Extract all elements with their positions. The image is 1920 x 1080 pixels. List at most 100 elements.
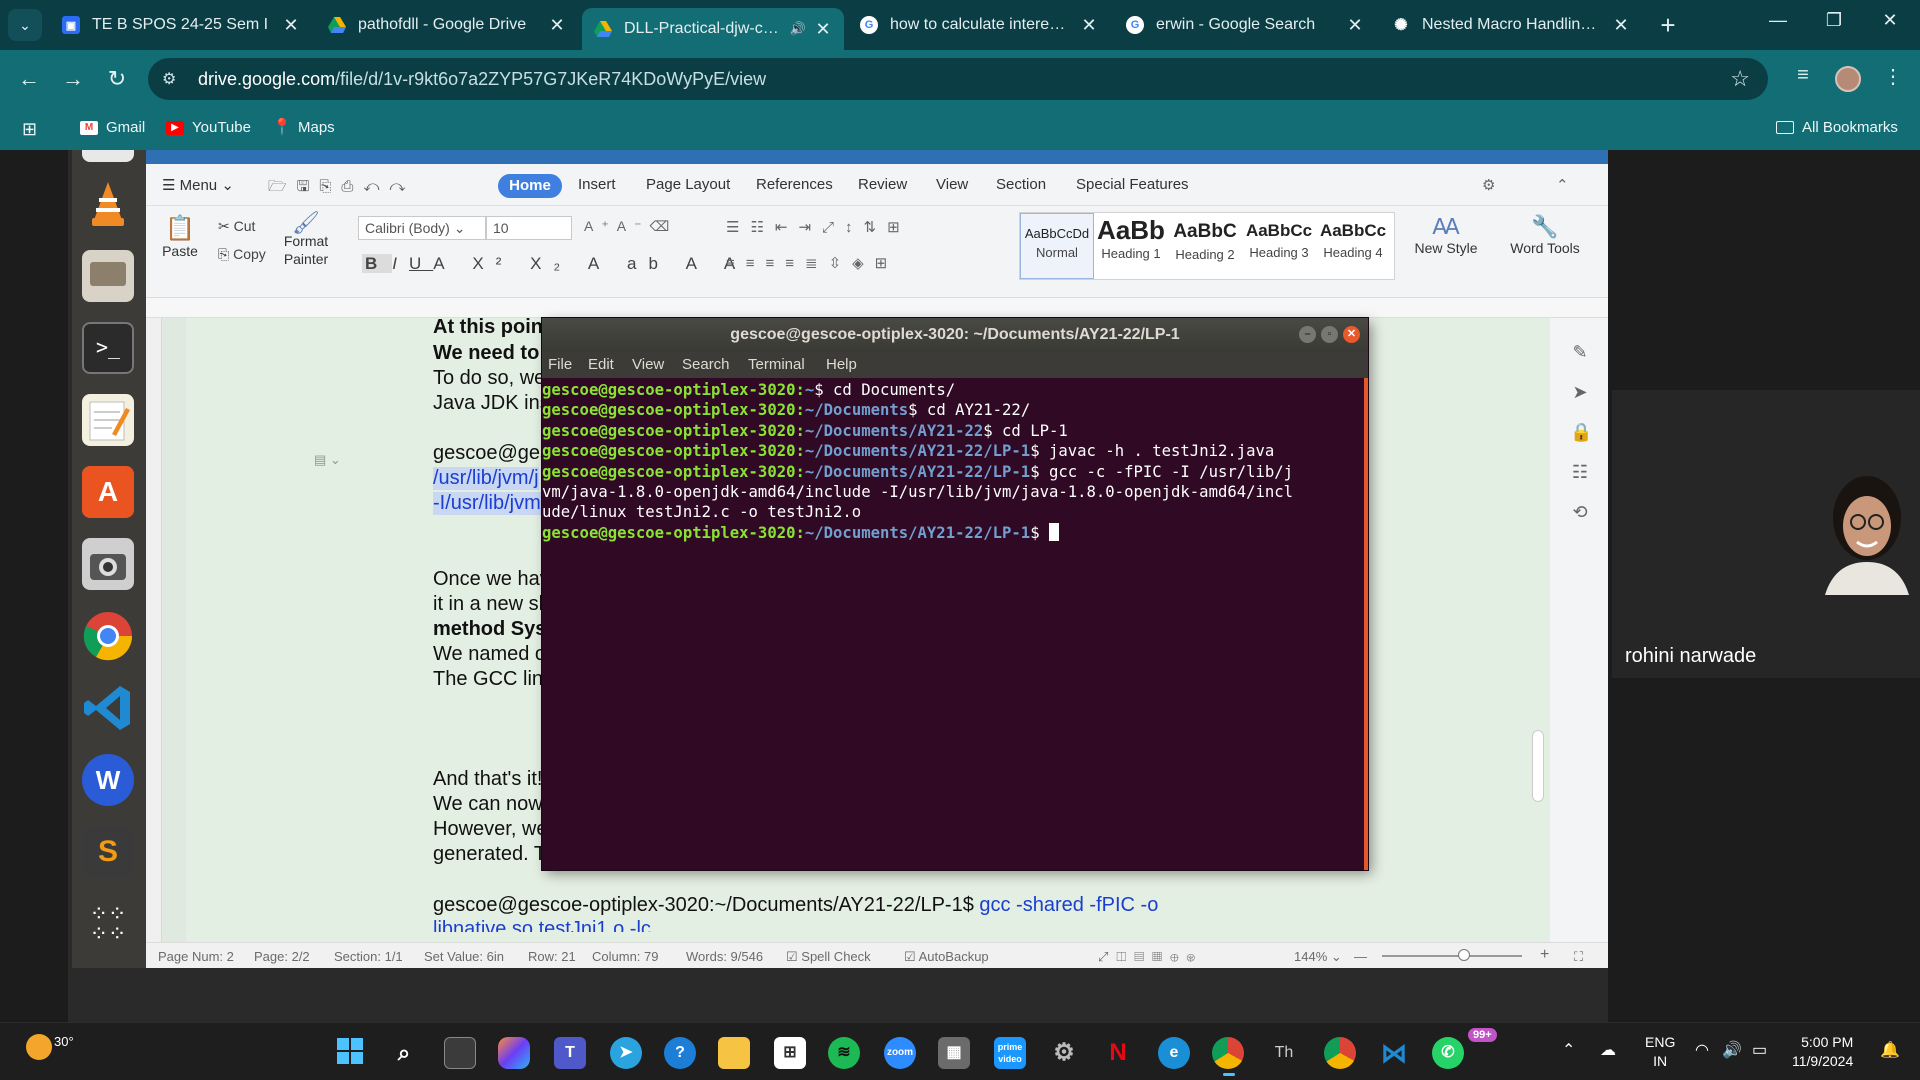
sublime-text-icon[interactable]: S xyxy=(82,826,134,878)
history-icon[interactable]: ⟲ xyxy=(1570,502,1590,522)
adjust-icon[interactable]: ☷ xyxy=(1570,462,1590,482)
vertical-scrollbar-thumb[interactable] xyxy=(1532,730,1544,802)
onedrive-icon[interactable]: ☁ xyxy=(1600,1040,1616,1060)
tab-page-layout[interactable]: Page Layout xyxy=(646,176,730,193)
file-manager-icon[interactable] xyxy=(82,250,134,302)
tab-view[interactable]: View xyxy=(936,176,968,193)
pen-icon[interactable]: ✎ xyxy=(1570,342,1590,362)
settings-gear-icon[interactable]: ⚙ xyxy=(1048,1037,1080,1069)
close-window-button[interactable]: ✕ xyxy=(1870,10,1910,31)
restore-button[interactable]: ❐ xyxy=(1814,10,1854,31)
terminal-menu-edit[interactable]: Edit xyxy=(588,356,614,373)
tab-calculate-interest[interactable]: G how to calculate interest o ✕ xyxy=(848,8,1110,42)
chrome-profile-icon[interactable] xyxy=(1324,1037,1356,1069)
tab-section[interactable]: Section xyxy=(996,176,1046,193)
chrome-taskbar-icon[interactable] xyxy=(1212,1037,1244,1069)
alignment-icons[interactable]: ≡≡≡≡≣⇳◈⊞ xyxy=(726,254,898,272)
bookmark-star-icon[interactable]: ☆ xyxy=(1730,66,1750,92)
text-style-buttons[interactable]: B IUA X² X₂ A ab A A xyxy=(362,254,747,274)
close-tab-icon[interactable]: ✕ xyxy=(1612,15,1630,36)
netflix-icon[interactable]: N xyxy=(1102,1037,1134,1069)
forward-button[interactable]: → xyxy=(58,64,88,94)
style-heading-1[interactable]: AaBb Heading 1 xyxy=(1094,213,1168,279)
zoom-level[interactable]: 144% ⌄ xyxy=(1294,949,1342,965)
tab-erwin-search[interactable]: G erwin - Google Search ✕ xyxy=(1114,8,1376,42)
terminal-menu-view[interactable]: View xyxy=(632,356,664,373)
all-bookmarks[interactable]: All Bookmarks xyxy=(1776,119,1898,136)
typing-app-icon[interactable]: Th xyxy=(1268,1037,1300,1069)
zoom-slider[interactable] xyxy=(1382,955,1522,957)
show-apps-icon[interactable]: ⁘⁘ ⁘⁘ xyxy=(82,898,134,950)
site-info-icon[interactable]: ⚙ xyxy=(162,69,184,89)
spell-check-button[interactable]: ☑ Spell Check xyxy=(786,949,871,965)
terminal-minimize-icon[interactable]: – xyxy=(1299,326,1316,343)
paste-button[interactable]: 📋 Paste xyxy=(160,214,200,259)
quick-access-icons[interactable]: 🗁🖫⎘⎙↶↷ xyxy=(268,176,415,201)
collapse-ribbon-icon[interactable]: ⌃ xyxy=(1556,176,1569,194)
paragraph-handle-icon[interactable]: ▤ ⌄ xyxy=(314,452,341,468)
back-button[interactable]: ← xyxy=(14,64,44,94)
fullscreen-icon[interactable]: ⛶ xyxy=(1574,949,1583,965)
profile-avatar[interactable] xyxy=(1835,66,1861,92)
close-tab-icon[interactable]: ✕ xyxy=(814,19,832,40)
tab-te-b-spos[interactable]: ▣ TE B SPOS 24-25 Sem I ✕ xyxy=(50,8,312,42)
font-size-select[interactable]: 10 xyxy=(486,216,572,240)
apps-grid-icon[interactable]: ⊞ xyxy=(22,119,37,140)
vscode-icon[interactable] xyxy=(82,682,134,734)
microsoft-store-icon[interactable]: ⊞ xyxy=(774,1037,806,1069)
edge-icon[interactable]: e xyxy=(1158,1037,1190,1069)
terminal-menu-terminal[interactable]: Terminal xyxy=(748,356,805,373)
cursor-icon[interactable]: ➤ xyxy=(1570,382,1590,402)
teams-icon[interactable]: T xyxy=(554,1037,586,1069)
vlc-icon[interactable] xyxy=(82,178,134,230)
terminal-menu-file[interactable]: File xyxy=(548,356,572,373)
style-normal[interactable]: AaBbCcDd Normal xyxy=(1020,213,1094,279)
style-heading-2[interactable]: AaBbC Heading 2 xyxy=(1168,213,1242,279)
close-tab-icon[interactable]: ✕ xyxy=(1346,15,1364,36)
cut-button[interactable]: ✂ Cut xyxy=(218,218,255,235)
zoom-in-button[interactable]: + xyxy=(1540,946,1549,964)
tab-search-button[interactable]: ⌄ xyxy=(8,9,42,41)
address-bar[interactable]: ⚙ drive.google.com/file/d/1v-r9kt6o7a2ZY… xyxy=(148,58,1768,100)
view-mode-icons[interactable]: ⤢◫▤▦⊕⊛ xyxy=(1098,949,1203,965)
settings-icon[interactable]: ⚙ xyxy=(1482,176,1495,194)
software-center-icon[interactable]: A xyxy=(82,466,134,518)
help-icon[interactable]: ? xyxy=(664,1037,696,1069)
bookmark-gmail[interactable]: M Gmail xyxy=(80,119,145,136)
menu-button[interactable]: ☰ Menu ⌄ xyxy=(162,176,234,194)
zoom-icon[interactable]: zoom xyxy=(884,1037,916,1069)
browser-menu-icon[interactable]: ⋮ xyxy=(1878,64,1908,89)
weather-widget[interactable]: 30° xyxy=(26,1034,74,1060)
tab-home[interactable]: Home xyxy=(498,174,562,198)
autobackup-button[interactable]: ☑ AutoBackup xyxy=(904,949,989,965)
notification-bell-icon[interactable]: 🔔 xyxy=(1880,1040,1900,1060)
reload-button[interactable]: ↻ xyxy=(102,64,132,94)
close-tab-icon[interactable]: ✕ xyxy=(1080,15,1098,36)
lock-icon[interactable]: 🔒 xyxy=(1570,422,1592,442)
bookmark-youtube[interactable]: ▶ YouTube xyxy=(166,119,251,136)
terminal-icon[interactable]: >_ xyxy=(82,322,134,374)
speaker-icon[interactable]: 🔊 xyxy=(790,21,806,37)
spotify-icon[interactable]: ≋ xyxy=(828,1037,860,1069)
windows-start-icon[interactable] xyxy=(334,1037,366,1069)
media-control-icon[interactable]: ≡ xyxy=(1788,64,1818,87)
minimize-button[interactable]: — xyxy=(1758,10,1798,31)
tab-insert[interactable]: Insert xyxy=(578,176,616,193)
bookmark-maps[interactable]: 📍 Maps xyxy=(272,119,335,136)
wifi-icon[interactable]: ◠ xyxy=(1695,1040,1709,1060)
tab-references[interactable]: References xyxy=(756,176,833,193)
close-tab-icon[interactable]: ✕ xyxy=(282,15,300,36)
font-format-icons[interactable]: A⁺A⁻⌫ xyxy=(584,218,677,235)
task-view-icon[interactable] xyxy=(444,1037,476,1069)
terminal-menu-search[interactable]: Search xyxy=(682,356,730,373)
new-tab-button[interactable]: + xyxy=(1653,10,1683,41)
text-editor-icon[interactable] xyxy=(82,394,134,446)
whatsapp-icon[interactable]: ✆ xyxy=(1432,1037,1464,1069)
terminal-maximize-icon[interactable]: ▫ xyxy=(1321,326,1338,343)
paragraph-format-icons[interactable]: ☰☷⇤⇥⤢↕⇅⊞ xyxy=(726,218,911,236)
file-explorer-icon[interactable] xyxy=(718,1037,750,1069)
tab-nested-macro[interactable]: ✺ Nested Macro Handling Fl ✕ xyxy=(1380,8,1642,42)
format-painter-button[interactable]: 🖌 Format Painter xyxy=(280,212,332,268)
zoom-out-button[interactable]: — xyxy=(1354,949,1367,964)
files-icon[interactable] xyxy=(82,150,134,162)
